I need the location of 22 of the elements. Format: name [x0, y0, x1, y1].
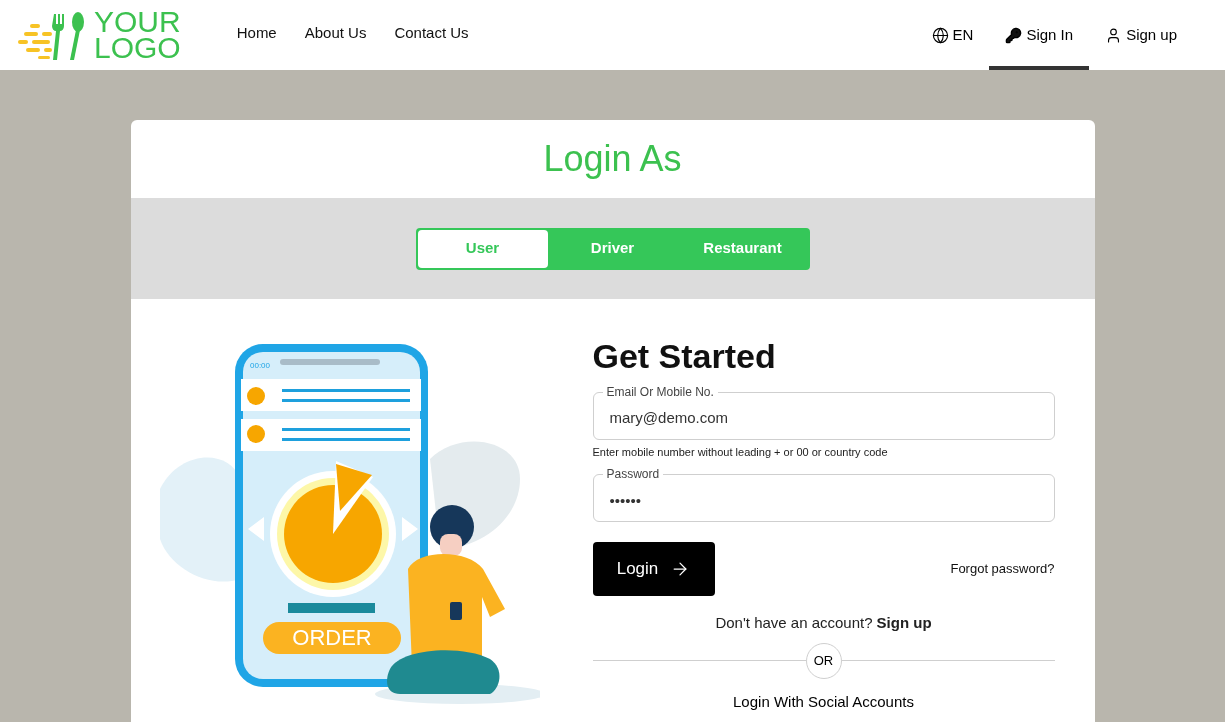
nav-link[interactable]: Contact Us — [394, 0, 469, 70]
field-label: Password — [602, 468, 664, 480]
logo-text: LOGO — [94, 35, 181, 61]
clock-label: 00:00 — [249, 361, 270, 370]
nav-link[interactable]: Home — [236, 0, 277, 70]
globe-icon — [931, 26, 949, 44]
order-label: ORDER — [291, 625, 372, 650]
signup-prompt: Don't have an account? — [715, 613, 873, 633]
signup-link[interactable]: Sign up — [876, 612, 932, 635]
forgot-password-link[interactable]: Forgot password? — [950, 559, 1055, 579]
login-button[interactable]: Login — [592, 542, 715, 596]
field-hint: Enter mobile number without leading + or 00 or country code — [592, 444, 889, 460]
sign-up-link[interactable]: Sign up — [1089, 0, 1193, 70]
form-heading: Get Started — [592, 336, 777, 377]
logo-text: YOUR — [94, 9, 181, 35]
fork-spoon-icon — [16, 10, 86, 60]
social-login-label: Login With Social Accounts — [732, 691, 915, 712]
card-title: Login As — [542, 137, 683, 181]
nav-link[interactable]: About Us — [304, 0, 367, 70]
field-label: Email Or Mobile No. — [602, 385, 718, 398]
key-icon — [1005, 26, 1023, 44]
language-link[interactable]: EN — [915, 0, 990, 70]
